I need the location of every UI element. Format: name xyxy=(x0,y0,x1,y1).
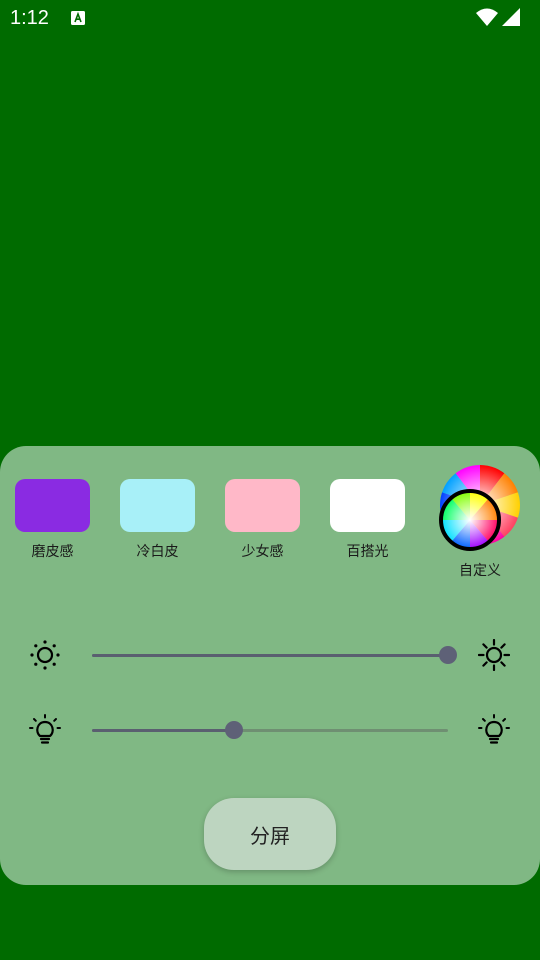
bulb-icon xyxy=(478,714,510,744)
signal-icon xyxy=(502,8,520,26)
preset-versatile-light[interactable]: 百搭光 xyxy=(330,479,405,560)
color-temperature-slider[interactable] xyxy=(92,718,448,742)
color-temperature-row xyxy=(0,710,540,750)
preset-girlish[interactable]: 少女感 xyxy=(225,479,300,560)
preset-cool-white[interactable]: 冷白皮 xyxy=(120,479,195,560)
preset-swatch[interactable] xyxy=(225,479,300,532)
preset-label: 冷白皮 xyxy=(136,544,179,560)
slider-thumb[interactable] xyxy=(225,721,244,739)
wifi-icon xyxy=(476,8,498,26)
brightness-row xyxy=(0,635,540,675)
preset-label: 少女感 xyxy=(241,544,284,560)
preset-smooth-skin[interactable]: 磨皮感 xyxy=(15,479,90,560)
beauty-light-panel: 磨皮感 冷白皮 少女感 百搭光 自定义 分屏 xyxy=(0,446,540,885)
slider-fill xyxy=(92,728,235,732)
preset-swatch[interactable] xyxy=(15,479,90,532)
preset-swatch[interactable] xyxy=(330,479,405,532)
slider-fill xyxy=(92,653,448,657)
preset-label: 磨皮感 xyxy=(31,544,74,560)
brightness-high-icon xyxy=(478,639,510,671)
brightness-slider[interactable] xyxy=(92,643,457,667)
preset-custom[interactable]: 自定义 xyxy=(438,465,522,580)
slider-thumb[interactable] xyxy=(439,646,457,664)
preset-label: 百搭光 xyxy=(346,544,389,560)
split-screen-button[interactable]: 分屏 xyxy=(204,798,336,870)
preset-swatch[interactable] xyxy=(120,479,195,532)
brightness-low-icon xyxy=(30,640,60,670)
status-time: 1:12 xyxy=(10,7,49,29)
color-wheel-icon[interactable] xyxy=(438,465,522,553)
status-bar: 1:12 xyxy=(0,0,540,38)
custom-label: 自定义 xyxy=(459,563,501,579)
app-notification-icon xyxy=(71,11,85,25)
bulb-icon xyxy=(29,714,61,744)
